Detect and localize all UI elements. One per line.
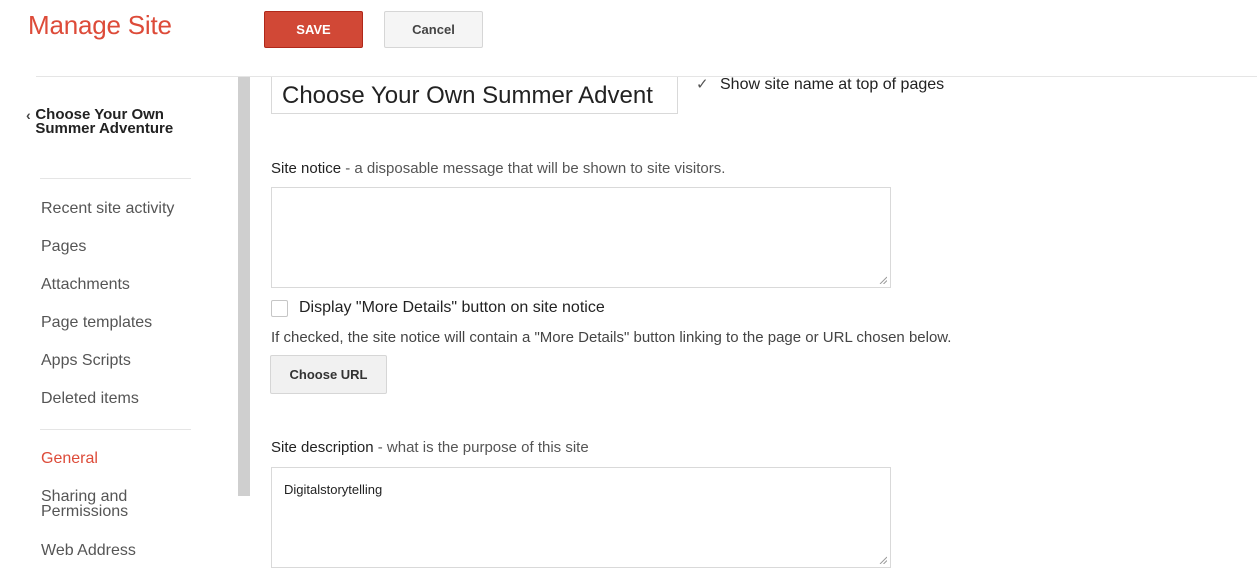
site-back-link[interactable]: ‹ Choose Your Own Summer Adventure (26, 106, 216, 137)
site-notice-textarea[interactable] (271, 187, 891, 288)
site-notice-title: Site notice (271, 160, 342, 177)
sidebar-item-deleted-items[interactable]: Deleted items (41, 391, 139, 407)
sidebar: ‹ Choose Your Own Summer Adventure Recen… (0, 77, 238, 569)
resize-grip-icon[interactable] (879, 276, 887, 284)
site-notice-hint: - a disposable message that will be show… (341, 160, 726, 177)
site-description-textarea[interactable]: Digitalstorytelling (271, 467, 891, 568)
more-details-help-text: If checked, the site notice will contain… (271, 329, 952, 346)
save-button[interactable]: SAVE (264, 11, 363, 48)
site-description-title: Site description (271, 439, 374, 456)
sidebar-site-name: Choose Your Own Summer Adventure (35, 106, 174, 137)
resize-grip-icon[interactable] (879, 556, 887, 564)
sidebar-item-web-address[interactable]: Web Address (41, 543, 136, 559)
more-details-label: Display "More Details" button on site no… (299, 299, 605, 316)
checkmark-icon: ✓ (696, 76, 709, 93)
sidebar-item-recent-site-activity[interactable]: Recent site activity (41, 201, 174, 217)
sidebar-item-sharing-and-permissions[interactable]: Sharing and Permissions (41, 489, 191, 520)
sidebar-item-page-templates[interactable]: Page templates (41, 315, 152, 331)
sidebar-divider (40, 178, 191, 179)
more-details-checkbox[interactable] (271, 299, 288, 317)
manage-site-page: Manage Site SAVE Cancel ‹ Choose Your Ow… (0, 0, 1257, 569)
sidebar-divider (40, 429, 191, 430)
site-name-input[interactable]: Choose Your Own Summer Advent (271, 77, 678, 114)
site-description-value: Digitalstorytelling (284, 482, 383, 497)
show-site-name-checkbox[interactable]: ✓ Show site name at top of pages (696, 76, 944, 94)
chevron-left-icon: ‹ (26, 107, 31, 123)
site-description-hint: - what is the purpose of this site (373, 439, 589, 456)
sidebar-item-apps-scripts[interactable]: Apps Scripts (41, 353, 131, 369)
sidebar-item-pages[interactable]: Pages (41, 239, 86, 255)
site-notice-label: Site notice - a disposable message that … (271, 160, 725, 177)
cancel-button[interactable]: Cancel (384, 11, 483, 48)
sidebar-scrollbar[interactable] (238, 77, 250, 496)
site-description-label: Site description - what is the purpose o… (271, 439, 589, 456)
show-site-name-label: Show site name at top of pages (720, 76, 945, 93)
page-title: Manage Site (28, 10, 172, 40)
sidebar-item-attachments[interactable]: Attachments (41, 277, 130, 293)
sidebar-item-general[interactable]: General (41, 451, 98, 467)
choose-url-button[interactable]: Choose URL (270, 355, 387, 394)
more-details-option[interactable]: Display "More Details" button on site no… (271, 299, 605, 317)
